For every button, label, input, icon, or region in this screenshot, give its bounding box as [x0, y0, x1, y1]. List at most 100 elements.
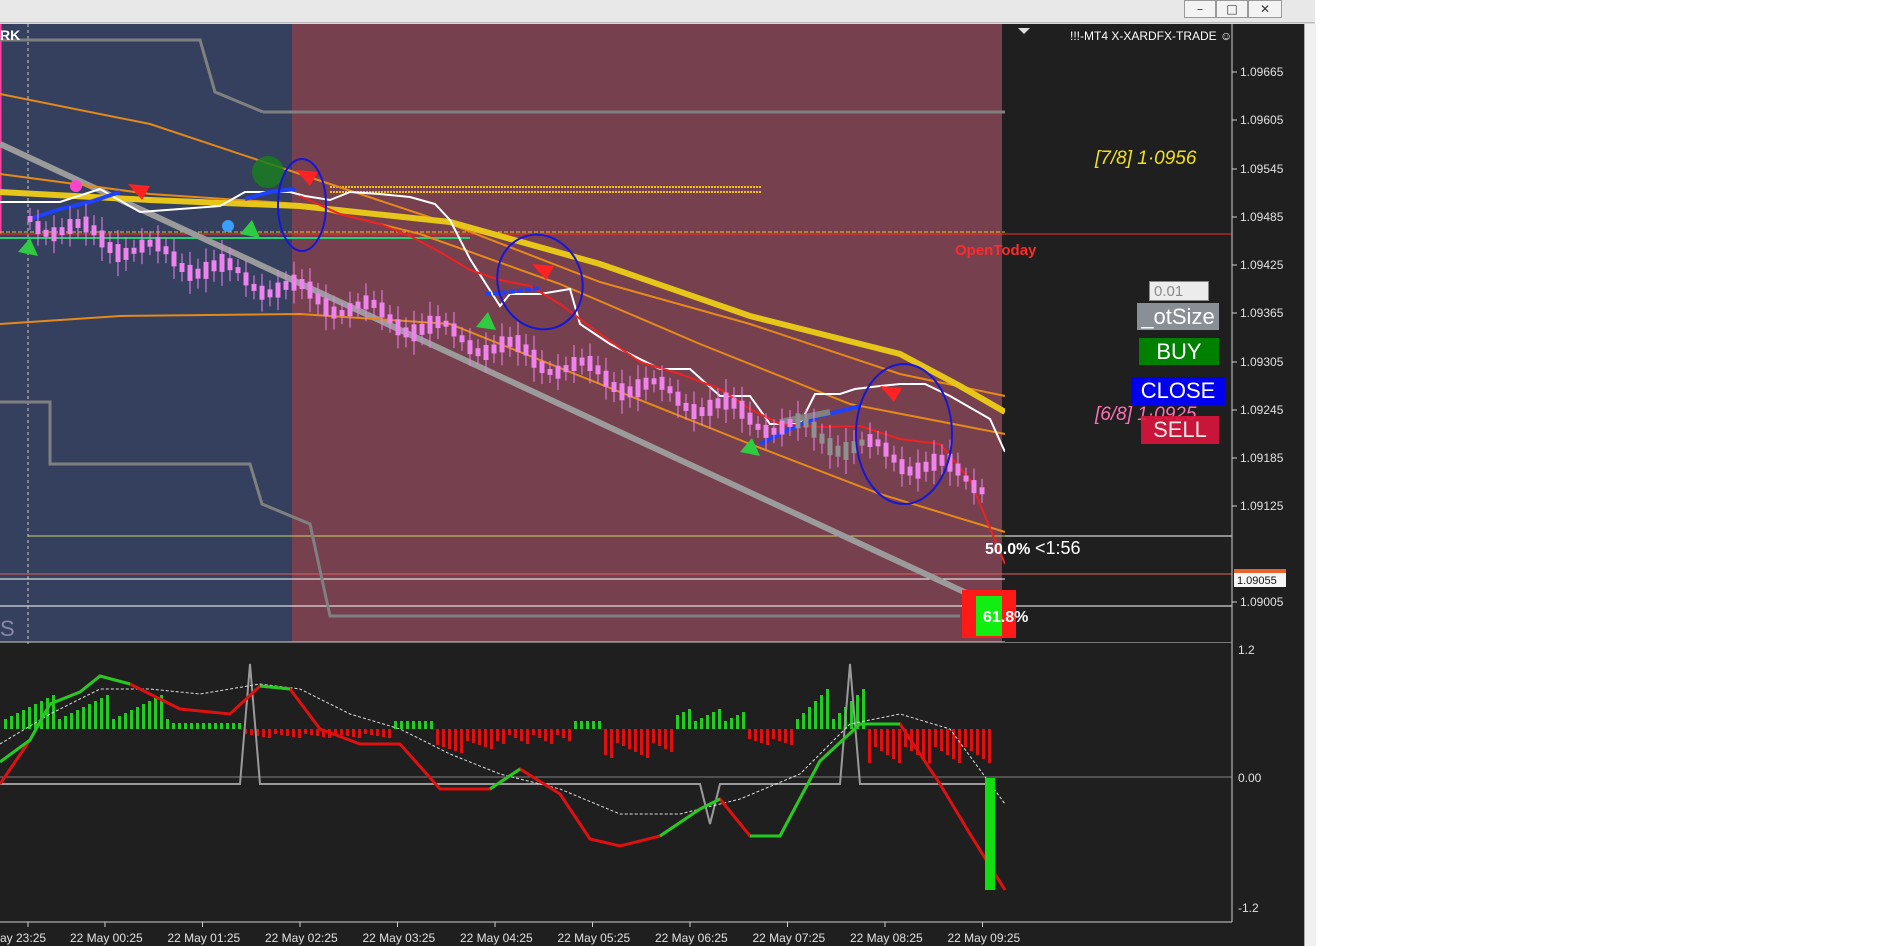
osc-hist-bar	[436, 729, 439, 745]
lot-size-input[interactable]	[1149, 281, 1209, 301]
osc-hist-bar	[838, 713, 841, 729]
osc-hist-bar	[526, 729, 529, 744]
candle-body	[427, 315, 433, 334]
osc-hist-bar	[346, 729, 349, 736]
sell-button[interactable]: SELL	[1141, 416, 1219, 444]
candle-body	[747, 412, 753, 425]
osc-axis-bottom: -1.2	[1238, 901, 1259, 915]
osc-hist-bar	[58, 719, 61, 729]
candle-body	[627, 386, 633, 398]
candle-body	[683, 402, 689, 411]
osc-hist-bar	[700, 718, 703, 729]
osc-hist-bar	[70, 713, 73, 729]
osc-hist-bar	[706, 715, 709, 729]
osc-hist-bar	[88, 704, 91, 729]
osc-hist-bar	[634, 729, 637, 752]
open-today-label: OpenToday	[955, 242, 1037, 259]
candle-body	[283, 280, 289, 290]
osc-hist-bar	[202, 723, 205, 729]
price-chart[interactable]: !!!-MT4 X-XARDFX-TRADE ☺ RK S [7/8] 1·09…	[0, 24, 1304, 946]
osc-hist-bar	[118, 716, 121, 729]
candle-body	[59, 227, 65, 236]
osc-hist-bar	[490, 729, 493, 749]
lot-size-button[interactable]: _otSize	[1137, 303, 1219, 330]
candle-body	[883, 442, 889, 457]
murrey-level-upper: [7/8] 1·0956	[1094, 148, 1197, 169]
osc-hist-bar	[724, 721, 727, 729]
osc-hist-bar	[406, 721, 409, 729]
buy-button[interactable]: BUY	[1139, 338, 1219, 365]
osc-hist-bar	[664, 729, 667, 749]
osc-hist-bar	[442, 729, 445, 747]
candle-body	[491, 344, 497, 354]
osc-hist-bar	[388, 729, 391, 738]
osc-hist-bar	[676, 715, 679, 729]
osc-hist-bar	[64, 716, 67, 729]
candle-body	[979, 487, 985, 495]
candle-body	[859, 439, 865, 446]
chart-area[interactable]: !!!-MT4 X-XARDFX-TRADE ☺ RK S [7/8] 1·09…	[0, 24, 1304, 946]
candle-body	[899, 459, 905, 475]
osc-hist-bar	[808, 707, 811, 729]
osc-hist-bar	[358, 729, 361, 738]
osc-hist-bar	[604, 729, 607, 755]
candle-body	[91, 225, 97, 236]
osc-hist-bar	[748, 729, 751, 739]
candle-body	[803, 418, 809, 428]
osc-hist-bar	[874, 729, 877, 747]
osc-hist-bar	[814, 701, 817, 729]
price-tick-label: 1.09365	[1240, 306, 1284, 320]
candle-body	[411, 324, 417, 342]
osc-hist-bar	[964, 729, 967, 747]
candle-body	[523, 344, 529, 356]
candle-body	[75, 218, 81, 228]
window-titlebar: – □ ✕	[0, 0, 1315, 23]
candle-body	[795, 413, 801, 429]
time-tick-label: 22 May 03:25	[363, 931, 436, 945]
close-window-button[interactable]: ✕	[1248, 0, 1282, 18]
osc-hist-bar	[646, 729, 649, 758]
candle-body	[563, 365, 569, 373]
osc-hist-bar	[214, 723, 217, 729]
osc-hist-bar	[304, 729, 307, 734]
osc-hist-bar	[418, 721, 421, 729]
osc-hist-bar	[514, 729, 517, 738]
candle-body	[371, 299, 377, 308]
osc-hist-bar	[694, 721, 697, 729]
osc-hist-bar	[100, 698, 103, 729]
osc-hist-bar	[232, 723, 235, 729]
blue-dot-marker	[222, 220, 234, 232]
minimize-button[interactable]: –	[1184, 0, 1216, 18]
osc-hist-bar	[754, 729, 757, 741]
osc-hist-bar	[556, 729, 559, 735]
osc-hist-bar	[94, 701, 97, 729]
candle-body	[923, 461, 929, 472]
candle-body	[43, 229, 49, 237]
candle-body	[611, 382, 617, 393]
osc-hist-bar	[22, 710, 25, 729]
osc-hist-bar	[790, 729, 793, 745]
osc-hist-bar	[712, 712, 715, 729]
candle-body	[875, 439, 881, 447]
candle-body	[355, 301, 361, 309]
osc-hist-bar	[424, 721, 427, 729]
osc-hist-bar	[670, 729, 673, 752]
candle-body	[259, 285, 265, 300]
maximize-button[interactable]: □	[1216, 0, 1248, 18]
osc-current-bar	[985, 778, 995, 890]
candle-body	[731, 397, 737, 409]
green-circle-marker	[252, 156, 284, 188]
osc-hist-bar	[466, 729, 469, 741]
candle-body	[843, 441, 849, 460]
candle-body	[163, 246, 169, 255]
osc-hist-bar	[478, 729, 481, 745]
close-button[interactable]: CLOSE	[1131, 377, 1225, 405]
candle-body	[27, 216, 33, 222]
osc-hist-bar	[784, 729, 787, 743]
time-tick-label: 22 May 01:25	[168, 931, 241, 945]
candle-body	[275, 282, 281, 298]
candle-body	[555, 365, 561, 379]
candle-body	[251, 283, 257, 291]
osc-hist-bar	[688, 709, 691, 729]
osc-hist-bar	[652, 729, 655, 743]
